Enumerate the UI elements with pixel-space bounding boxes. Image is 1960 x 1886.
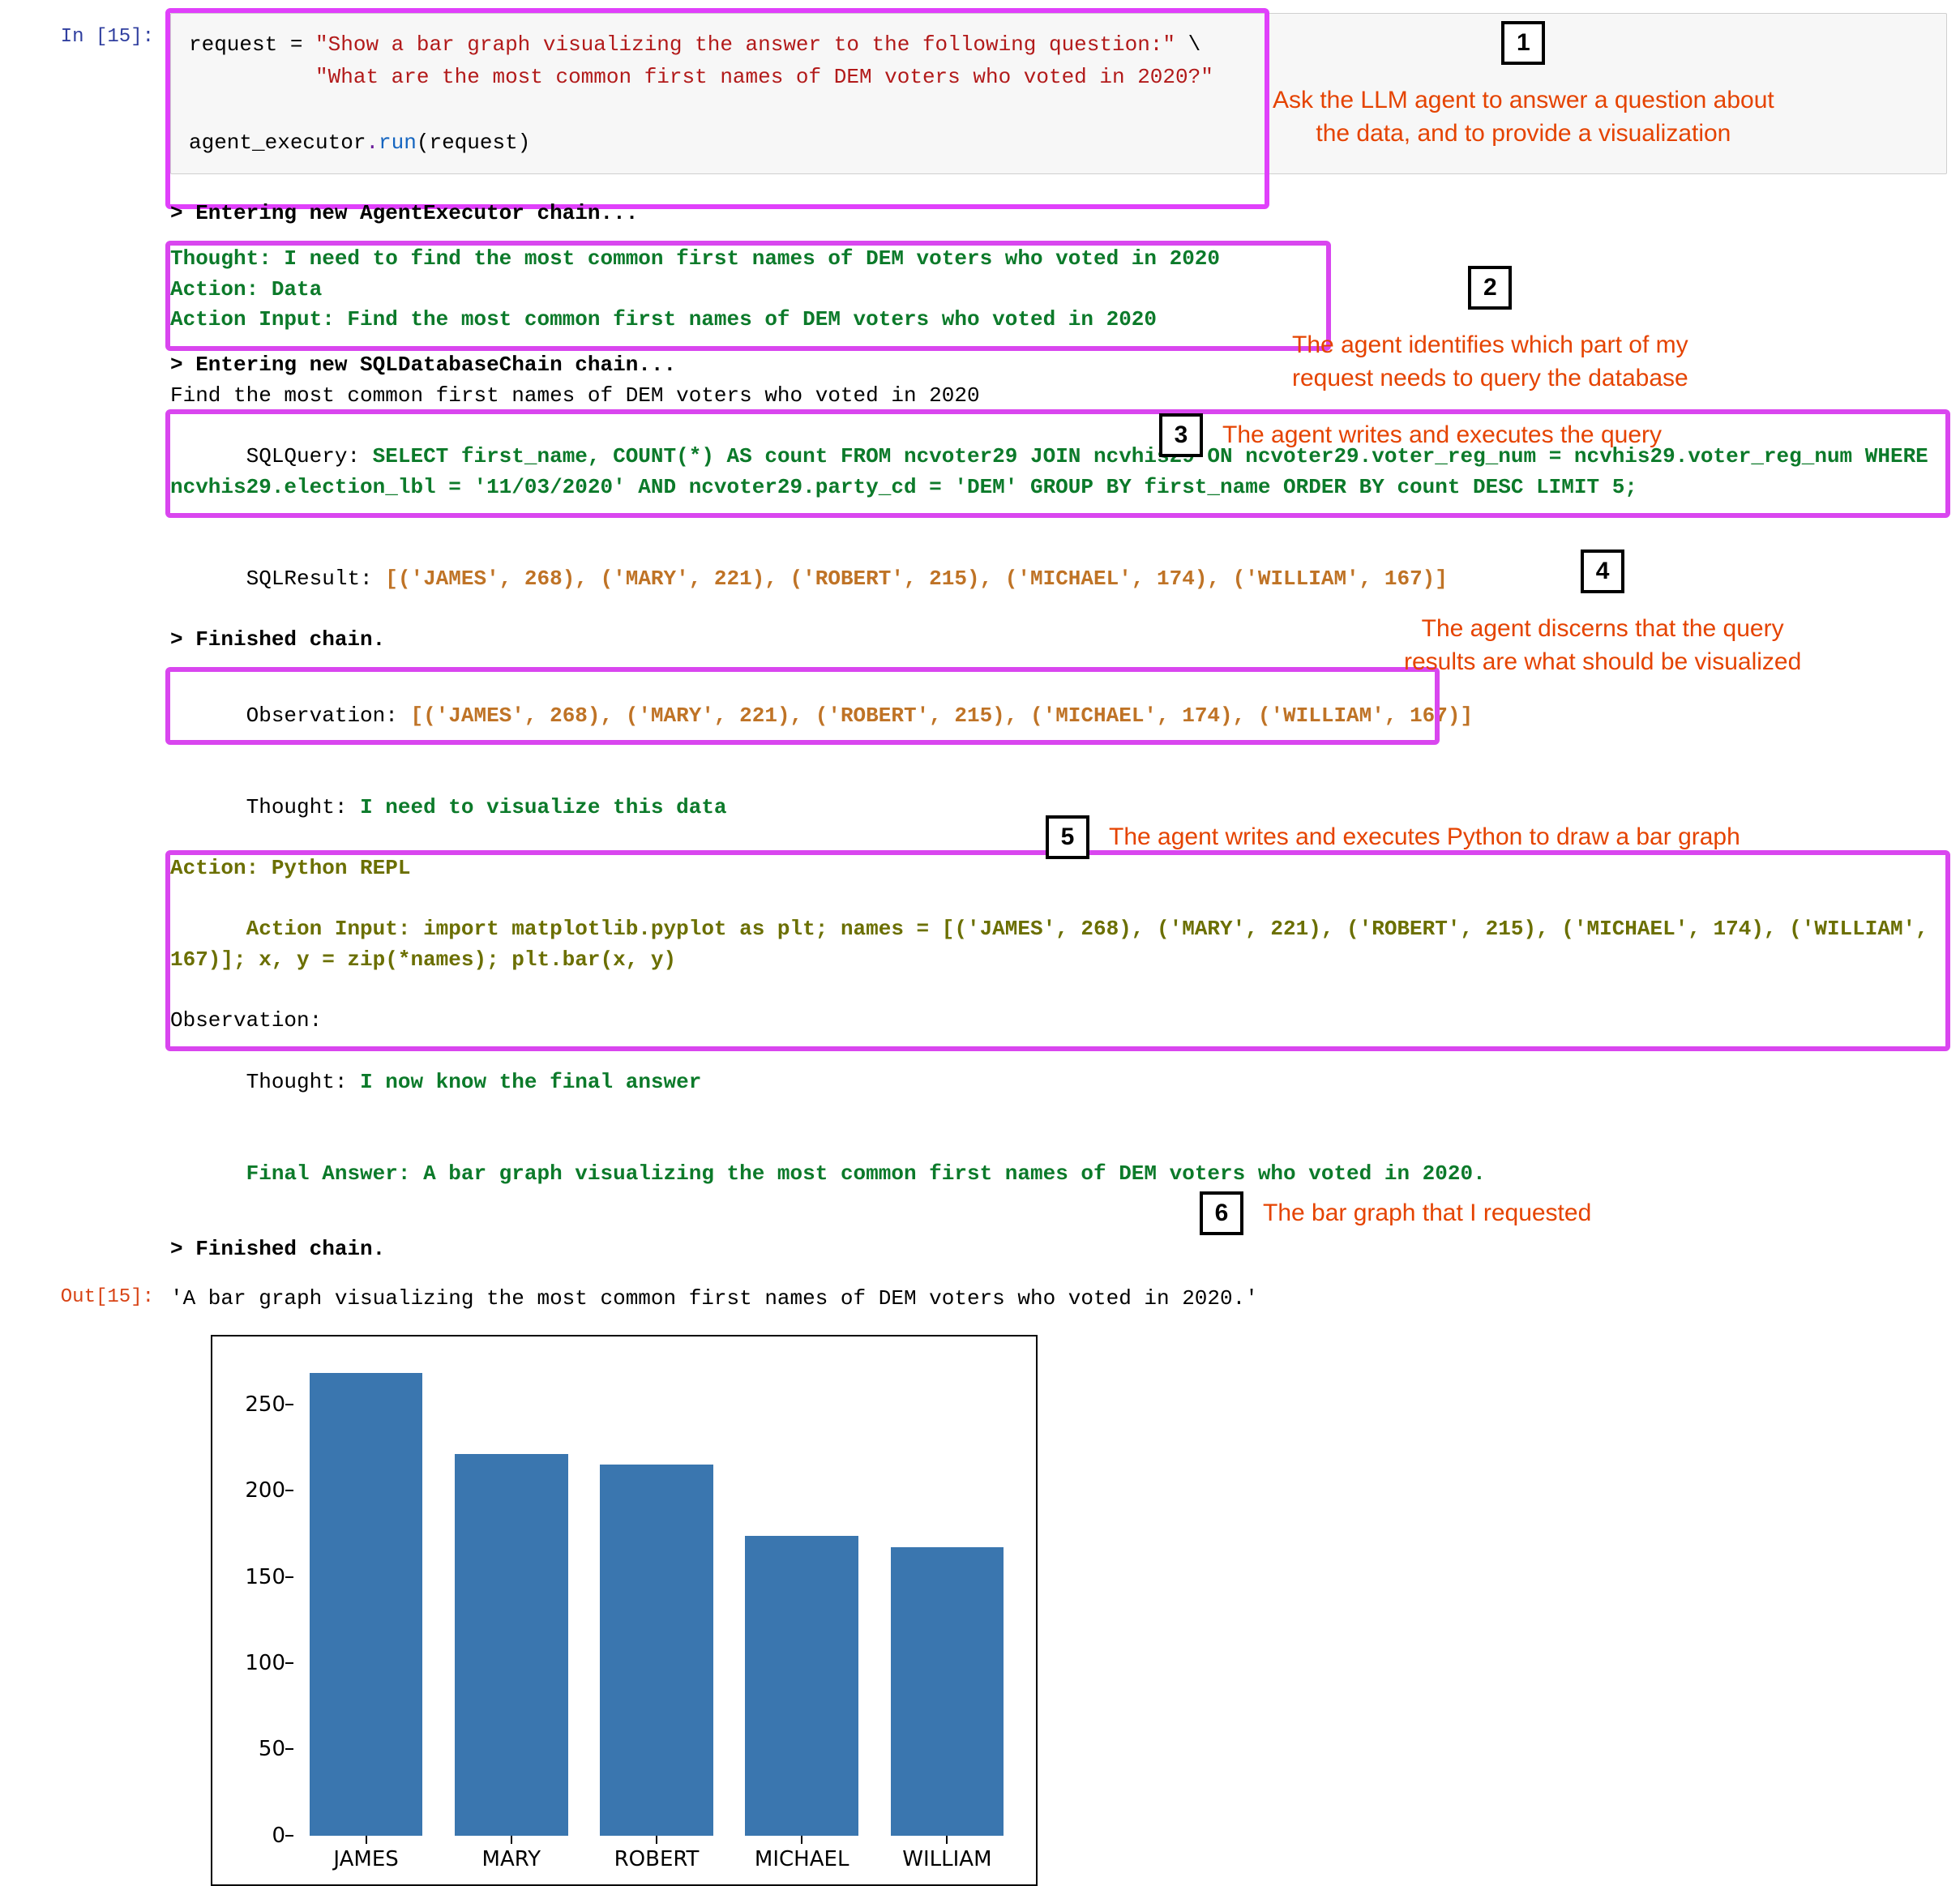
log-enter-agent: > Entering new AgentExecutor chain... [170, 199, 1947, 229]
annotation-4: 4 The agent discerns that the query resu… [1404, 550, 1801, 678]
annotation-text-6: The bar graph that I requested [1263, 1197, 1591, 1230]
bar-chart: 0 50 100 150 200 250 JAMES MARY ROBERT MICHAEL WIL… [211, 1335, 1038, 1886]
log-finished-2: > Finished chain. [170, 1234, 1947, 1265]
annotation-6: 6 The bar graph that I requested [1200, 1191, 1591, 1235]
annotation-number-3: 3 [1159, 413, 1203, 457]
log-final-answer: Final Answer: A bar graph visualizing th… [170, 1128, 1947, 1220]
annotation-5: 5 The agent writes and executes Python t… [1046, 815, 1740, 859]
code-str1: "Show a bar graph visualizing the answer… [315, 32, 1175, 57]
log-observation-1: Observation: [('JAMES', 268), ('MARY', 2… [170, 670, 1947, 762]
y-tick-label: 200 [229, 1478, 285, 1503]
in-prompt-label: In [15]: [0, 13, 170, 48]
annotation-number-5: 5 [1046, 815, 1089, 859]
y-tick-label: 100 [229, 1651, 285, 1675]
code-obj: agent_executor [189, 130, 366, 155]
annotation-number-2: 2 [1468, 266, 1512, 310]
x-tick-label: WILLIAM [902, 1847, 991, 1871]
annotation-text-4: The agent discerns that the query result… [1404, 613, 1801, 678]
annotation-text-5: The agent writes and executes Python to … [1109, 821, 1740, 854]
code-method: run [379, 130, 417, 155]
annotation-number-6: 6 [1200, 1191, 1243, 1235]
y-tick-label: 150 [229, 1565, 285, 1589]
annotation-text-1: Ask the LLM agent to answer a question a… [1273, 84, 1774, 150]
log-action-input-2: Action Input: import matplotlib.pyplot a… [170, 884, 1947, 1007]
annotation-3: 3 The agent writes and executes the quer… [1159, 413, 1662, 457]
annotation-2: 2 The agent identifies which part of my … [1292, 266, 1688, 395]
x-tick-label: MARY [482, 1847, 541, 1871]
log-observation-2: Observation: [170, 1006, 1947, 1037]
annotation-1: 1 Ask the LLM agent to answer a question… [1273, 21, 1774, 150]
log-thought-3: Thought: I now know the final answer [170, 1037, 1947, 1128]
code-str2: "What are the most common first names of… [315, 65, 1213, 89]
y-tick-label: 50 [229, 1737, 285, 1761]
log-sqlquery: SQLQuery: SELECT first_name, COUNT(*) AS… [170, 411, 1947, 533]
bar [455, 1454, 568, 1835]
annotation-text-2: The agent identifies which part of my re… [1292, 329, 1688, 395]
x-tick-label: ROBERT [614, 1847, 700, 1871]
code-var: request [189, 32, 277, 57]
annotation-number-4: 4 [1581, 550, 1624, 593]
out-prompt-label: Out[15]: [0, 1273, 170, 1308]
annotation-text-3: The agent writes and executes the query [1222, 419, 1662, 452]
y-tick-label: 0 [229, 1824, 285, 1848]
bar [600, 1465, 713, 1836]
y-tick-label: 250 [229, 1392, 285, 1417]
bar [745, 1536, 858, 1836]
x-tick-label: JAMES [333, 1847, 398, 1871]
out-value: 'A bar graph visualizing the most common… [170, 1273, 1960, 1311]
bar [891, 1547, 1004, 1835]
annotation-number-1: 1 [1501, 21, 1545, 65]
bar [310, 1373, 423, 1835]
x-tick-label: MICHAEL [755, 1847, 849, 1871]
